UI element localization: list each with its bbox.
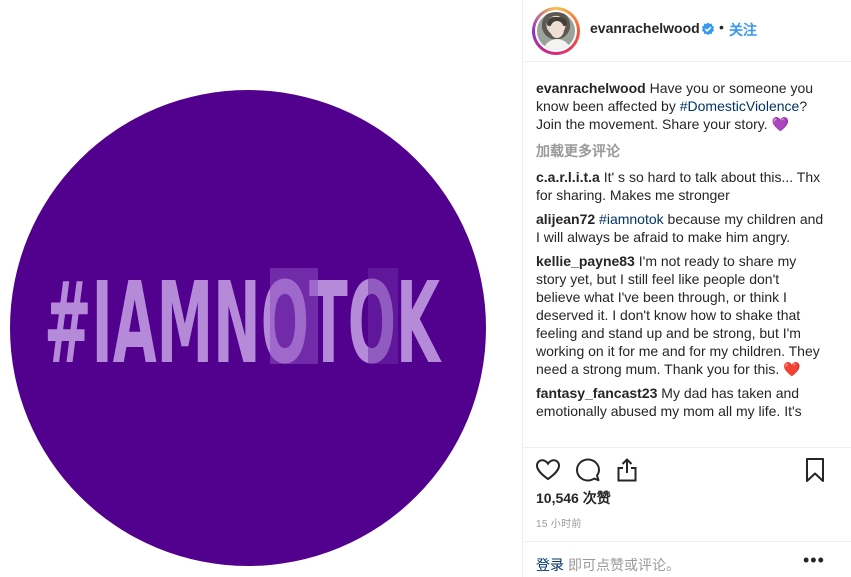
likes-count[interactable]: 10,546 次赞 xyxy=(536,488,611,508)
comment-username[interactable]: alijean72 xyxy=(536,211,595,227)
caption: evanrachelwood Have you or someone you k… xyxy=(536,79,826,133)
comment-icon[interactable] xyxy=(575,457,601,483)
share-icon[interactable] xyxy=(614,457,640,483)
bookmark-icon[interactable] xyxy=(802,457,828,483)
letter-t-shade xyxy=(368,268,398,364)
list-item: c.a.r.l.i.t.a It' s so hard to talk abou… xyxy=(536,168,826,204)
login-prompt-bar: 登录 即可点赞或评论。 ••• xyxy=(523,541,851,577)
comment-username[interactable]: c.a.r.l.i.t.a xyxy=(536,169,600,185)
avatar[interactable] xyxy=(532,7,580,55)
comment-text: I'm not ready to share my story yet, but… xyxy=(536,253,820,377)
comment-username[interactable]: fantasy_fancast23 xyxy=(536,385,657,401)
post-image[interactable]: #IAMNOTOK xyxy=(0,0,522,577)
login-link[interactable]: 登录 xyxy=(536,555,564,575)
caption-hashtag-link[interactable]: #DomesticViolence xyxy=(680,98,800,114)
post-sidebar: evanrachelwood • 关注 evanrachelwood Have … xyxy=(522,0,851,577)
login-prompt-text: 即可点赞或评论。 xyxy=(568,557,680,573)
more-options-button[interactable]: ••• xyxy=(803,550,825,571)
list-item: fantasy_fancast23 My dad has taken and e… xyxy=(536,384,826,420)
username-link[interactable]: evanrachelwood xyxy=(590,20,700,36)
comment-hashtag-link[interactable]: #iamnotok xyxy=(599,211,664,227)
letter-n-shade xyxy=(270,268,318,364)
follow-button[interactable]: 关注 xyxy=(729,20,757,40)
comments-list[interactable]: evanrachelwood Have you or someone you k… xyxy=(536,79,826,447)
list-item: alijean72 #iamnotok because my children … xyxy=(536,210,826,246)
caption-username[interactable]: evanrachelwood xyxy=(536,80,646,96)
verified-badge-icon xyxy=(701,22,715,36)
load-more-comments-button[interactable]: 加载更多评论 xyxy=(536,142,826,160)
post-timestamp[interactable]: 15 小时前 xyxy=(536,515,582,530)
heart-icon[interactable] xyxy=(535,457,561,483)
iamnotok-graphic: #IAMNOTOK xyxy=(10,90,486,566)
list-item: kellie_payne83 I'm not ready to share my… xyxy=(536,252,826,378)
avatar-image xyxy=(535,10,577,52)
comment-username[interactable]: kellie_payne83 xyxy=(536,253,635,269)
post-header: evanrachelwood • 关注 xyxy=(523,0,851,62)
separator-dot: • xyxy=(719,19,724,35)
